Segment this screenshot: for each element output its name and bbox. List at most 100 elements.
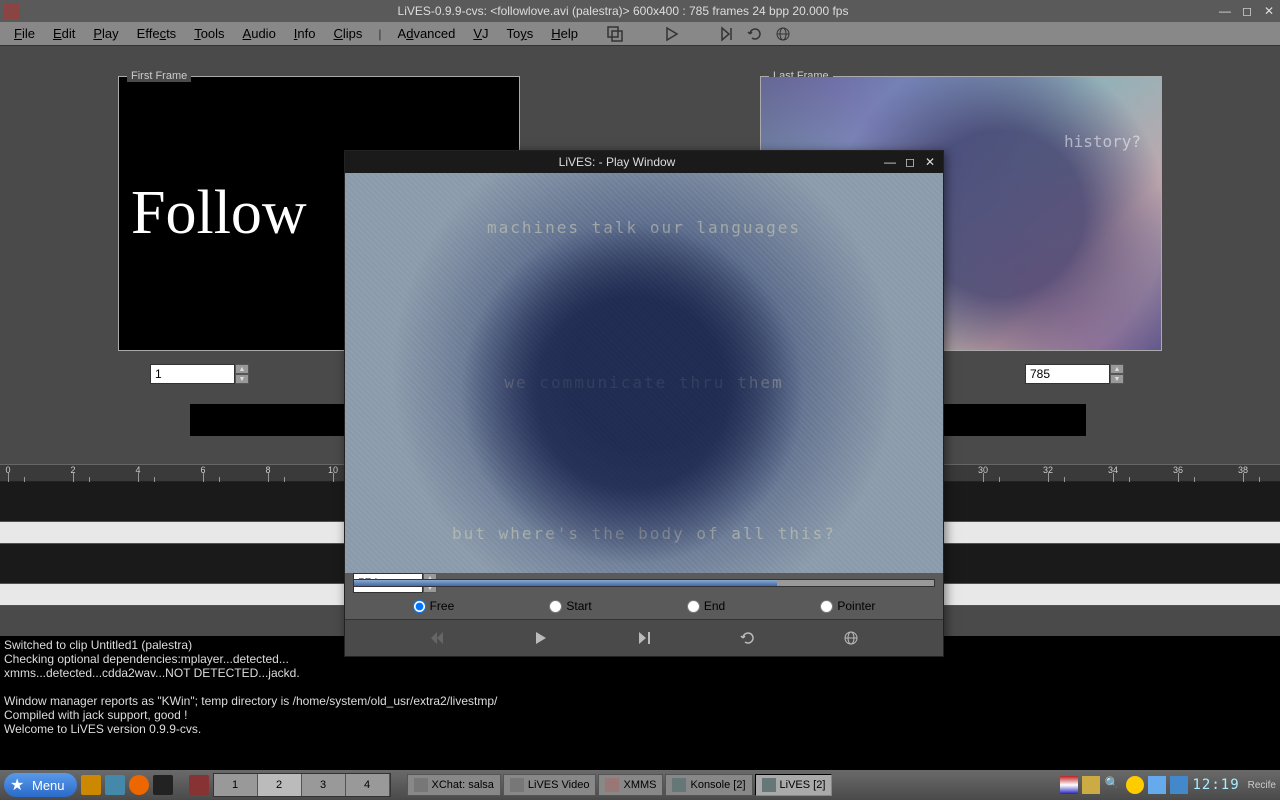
- first-frame-spinner-down[interactable]: ▼: [235, 374, 249, 384]
- transport-globe[interactable]: [839, 628, 863, 648]
- task-icon: [510, 778, 524, 792]
- task-label: Konsole [2]: [690, 779, 745, 791]
- tray-flag-icon[interactable]: [1060, 776, 1078, 794]
- quicklaunch-terminal-icon[interactable]: [153, 775, 173, 795]
- tool-play-icon[interactable]: [662, 25, 680, 43]
- last-frame-spinner: ▲ ▼: [1025, 364, 1124, 384]
- play-window-titlebar[interactable]: LiVES: - Play Window — ◻ ✕: [345, 151, 943, 173]
- log-line: Welcome to LiVES version 0.9.9-cvs.: [4, 722, 1276, 736]
- quicklaunch-desktop-icon[interactable]: [81, 775, 101, 795]
- pager: 1 2 3 4: [213, 773, 391, 797]
- radio-free[interactable]: Free: [413, 599, 455, 613]
- maximize-button[interactable]: ◻: [1240, 4, 1254, 18]
- video-area: machines talk our languages we communica…: [345, 173, 943, 573]
- system-tray: 🔍 12:19 Recife: [1060, 776, 1276, 794]
- playback-slider[interactable]: [353, 579, 935, 587]
- first-frame-input[interactable]: [150, 364, 235, 384]
- pager-4[interactable]: 4: [346, 774, 390, 796]
- tray-konqueror-icon[interactable]: [1170, 776, 1188, 794]
- radio-end[interactable]: End: [687, 599, 725, 613]
- task-icon: [414, 778, 428, 792]
- menu-effects[interactable]: Effects: [129, 24, 185, 43]
- tool-separate-window-icon[interactable]: [606, 25, 624, 43]
- menu-separator: |: [372, 27, 387, 41]
- clock[interactable]: 12:19: [1192, 777, 1239, 793]
- task-label: LiVES Video: [528, 779, 590, 791]
- close-button[interactable]: ✕: [1262, 4, 1276, 18]
- task-button[interactable]: XMMS: [598, 774, 663, 796]
- task-label: LiVES [2]: [780, 779, 826, 791]
- quicklaunch-home-icon[interactable]: [105, 775, 125, 795]
- first-frame-label: First Frame: [127, 70, 191, 82]
- log-line: xmms...detected...cdda2wav...NOT DETECTE…: [4, 666, 1276, 680]
- main-titlebar: LiVES-0.9.9-cvs: <followlove.avi (palest…: [0, 0, 1280, 22]
- window-title: LiVES-0.9.9-cvs: <followlove.avi (palest…: [28, 4, 1218, 18]
- quicklaunch-firefox-icon[interactable]: [129, 775, 149, 795]
- last-frame-input[interactable]: [1025, 364, 1110, 384]
- tray-pidgin-icon[interactable]: [1126, 776, 1144, 794]
- window-controls: — ◻ ✕: [1218, 4, 1276, 18]
- play-radios-row: Free Start End Pointer: [345, 593, 943, 619]
- first-frame-spinner-up[interactable]: ▲: [235, 364, 249, 374]
- menu-edit[interactable]: Edit: [45, 24, 83, 43]
- pager-3[interactable]: 3: [302, 774, 346, 796]
- tool-stop-icon[interactable]: [690, 25, 708, 43]
- log-line: Window manager reports as "KWin"; temp d…: [4, 694, 1276, 708]
- tool-globe-icon[interactable]: [774, 25, 792, 43]
- log-line: [4, 680, 1276, 694]
- task-button[interactable]: LiVES [2]: [755, 774, 833, 796]
- log-line: Compiled with jack support, good !: [4, 708, 1276, 722]
- menu-audio[interactable]: Audio: [235, 24, 284, 43]
- tool-skip-icon[interactable]: [718, 25, 736, 43]
- task-icon: [605, 778, 619, 792]
- pager-1[interactable]: 1: [214, 774, 258, 796]
- play-window-maximize[interactable]: ◻: [903, 155, 917, 169]
- menu-info[interactable]: Info: [286, 24, 324, 43]
- play-window-close[interactable]: ✕: [923, 155, 937, 169]
- tray-clipboard-icon[interactable]: [1082, 776, 1100, 794]
- play-window-minimize[interactable]: —: [883, 155, 897, 169]
- task-button[interactable]: Konsole [2]: [665, 774, 752, 796]
- clock-location: Recife: [1248, 780, 1276, 791]
- last-frame-spinner-up[interactable]: ▲: [1110, 364, 1124, 374]
- task-button[interactable]: XChat: salsa: [407, 774, 501, 796]
- first-frame-text: Follow: [131, 178, 307, 249]
- menu-file[interactable]: File: [6, 24, 43, 43]
- menu-toys[interactable]: Toys: [499, 24, 542, 43]
- transport-play[interactable]: [528, 628, 552, 648]
- menu-clips[interactable]: Clips: [326, 24, 371, 43]
- last-frame-spinner-down[interactable]: ▼: [1110, 374, 1124, 384]
- transport-skip[interactable]: [632, 628, 656, 648]
- playback-slider-fill: [354, 580, 777, 586]
- start-menu-button[interactable]: Menu: [4, 773, 77, 797]
- radio-pointer[interactable]: Pointer: [820, 599, 875, 613]
- menu-tools[interactable]: Tools: [186, 24, 232, 43]
- tray-app-icon[interactable]: [1148, 776, 1166, 794]
- video-overlay-text-2: we communicate thru them: [345, 373, 943, 392]
- menu-play[interactable]: Play: [85, 24, 126, 43]
- menu-vj[interactable]: VJ: [465, 24, 496, 43]
- quicklaunch-lives-icon[interactable]: [189, 775, 209, 795]
- play-controls-row: ▲ ▼: [345, 573, 943, 593]
- last-frame-overlay-text: history?: [1064, 132, 1141, 151]
- play-window-title: LiVES: - Play Window: [351, 155, 883, 169]
- first-frame-spinner: ▲ ▼: [150, 364, 249, 384]
- transport-rewind[interactable]: [425, 628, 449, 648]
- minimize-button[interactable]: —: [1218, 4, 1232, 18]
- play-window: LiVES: - Play Window — ◻ ✕ machines talk…: [344, 150, 944, 657]
- task-label: XMMS: [623, 779, 656, 791]
- tool-rewind-icon[interactable]: [634, 25, 652, 43]
- task-button[interactable]: LiVES Video: [503, 774, 597, 796]
- tray-xmag-icon[interactable]: 🔍: [1104, 776, 1122, 794]
- radio-start[interactable]: Start: [549, 599, 591, 613]
- transport-loop[interactable]: [736, 628, 760, 648]
- tool-loop-icon[interactable]: [746, 25, 764, 43]
- pager-2[interactable]: 2: [258, 774, 302, 796]
- task-label: XChat: salsa: [432, 779, 494, 791]
- video-overlay-text-3: but where's the body of all this?: [345, 524, 943, 543]
- menubar: File Edit Play Effects Tools Audio Info …: [0, 22, 1280, 46]
- video-overlay-text-1: machines talk our languages: [345, 218, 943, 237]
- transport-row: [345, 619, 943, 656]
- menu-help[interactable]: Help: [543, 24, 586, 43]
- menu-advanced[interactable]: Advanced: [390, 24, 464, 43]
